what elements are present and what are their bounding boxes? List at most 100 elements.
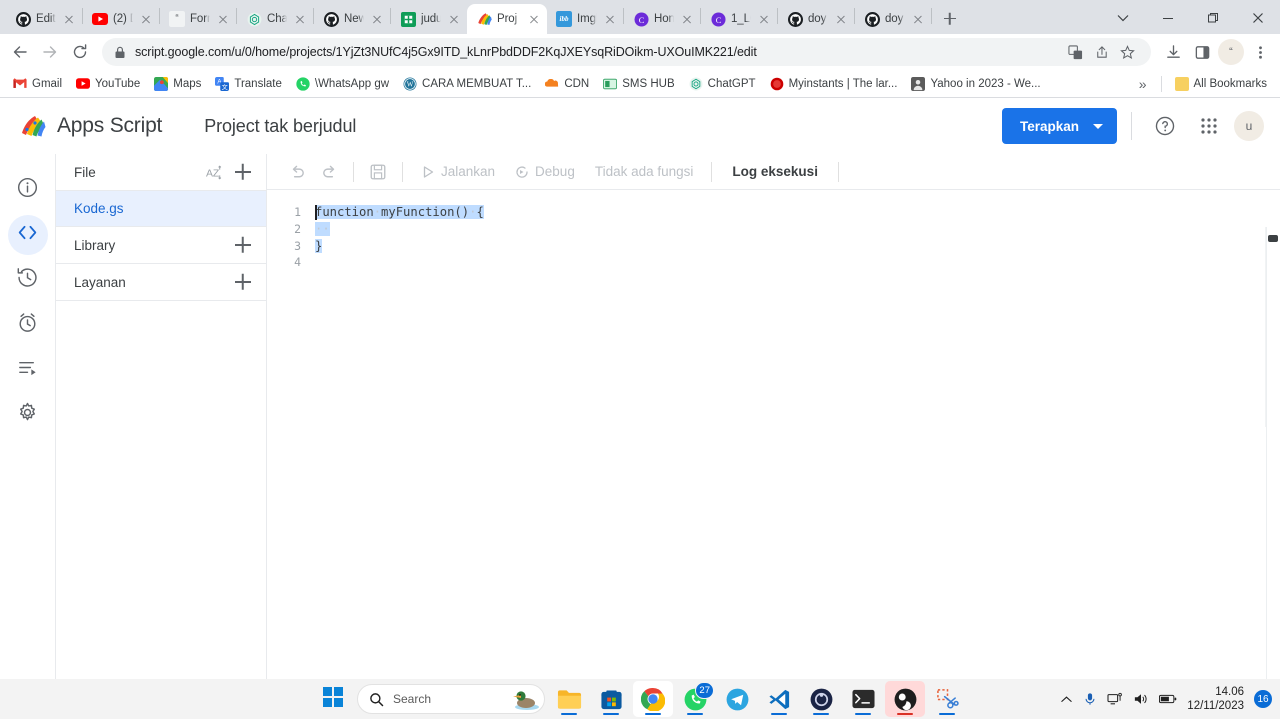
- volume-icon[interactable]: [1133, 692, 1149, 706]
- bookmark-item[interactable]: ChatGPT: [682, 74, 763, 94]
- tab-search-icon[interactable]: [1100, 2, 1145, 34]
- redo-icon[interactable]: [313, 156, 345, 188]
- bookmark-item[interactable]: Gmail: [6, 74, 69, 94]
- chevron-up-icon[interactable]: [1060, 693, 1073, 706]
- browser-tab[interactable]: Chat: [237, 4, 313, 34]
- close-icon[interactable]: [756, 12, 771, 27]
- close-icon[interactable]: [292, 12, 307, 27]
- brand[interactable]: Apps Script: [18, 112, 162, 140]
- taskbar-app-microsoft-store[interactable]: [591, 681, 631, 717]
- code-lines[interactable]: function·myFunction()·{··}: [311, 204, 484, 271]
- deploy-button[interactable]: Terapkan: [1001, 108, 1117, 144]
- download-icon[interactable]: [1159, 38, 1187, 66]
- taskbar-app-telegram[interactable]: [717, 681, 757, 717]
- microphone-icon[interactable]: [1083, 692, 1097, 706]
- share-icon[interactable]: [1089, 40, 1113, 64]
- sidebar-item-triggers[interactable]: [8, 305, 48, 345]
- search-input[interactable]: Search: [357, 684, 545, 714]
- avatar[interactable]: u: [1234, 111, 1264, 141]
- bookmark-item[interactable]: W CARA MEMBUAT T...: [396, 74, 538, 94]
- execution-log-button[interactable]: Log eksekusi: [720, 156, 830, 188]
- browser-tab[interactable]: New: [314, 4, 390, 34]
- notification-badge[interactable]: 16: [1254, 690, 1272, 708]
- close-icon[interactable]: [138, 12, 153, 27]
- close-icon[interactable]: [215, 12, 230, 27]
- browser-tab[interactable]: C 1_LO: [701, 4, 777, 34]
- close-icon[interactable]: [679, 12, 694, 27]
- network-icon[interactable]: [1107, 692, 1123, 706]
- close-icon[interactable]: [602, 12, 617, 27]
- browser-tab[interactable]: doy: [778, 4, 854, 34]
- bookmark-item[interactable]: CDN: [538, 74, 596, 94]
- save-icon[interactable]: [362, 156, 394, 188]
- taskbar-app-obs-alt[interactable]: [801, 681, 841, 717]
- file-list-item[interactable]: Kode.gs: [56, 191, 266, 227]
- browser-tab[interactable]: Proj: [467, 4, 547, 34]
- new-tab-button[interactable]: [936, 4, 964, 32]
- add-file-icon[interactable]: [234, 163, 252, 181]
- browser-tab[interactable]: doy: [855, 4, 931, 34]
- taskbar-app-snipping-tool[interactable]: [927, 681, 967, 717]
- code-line[interactable]: [315, 254, 484, 271]
- side-panel-icon[interactable]: [1188, 38, 1216, 66]
- browser-tab[interactable]: judu: [391, 4, 467, 34]
- close-icon[interactable]: [61, 12, 76, 27]
- editor-scrollbar-thumb[interactable]: [1268, 235, 1278, 242]
- bookmark-item[interactable]: SMS HUB: [596, 74, 681, 94]
- code-area[interactable]: 1 2 3 4 function·myFunction()·{··}: [267, 190, 1280, 679]
- taskbar-app-whatsapp[interactable]: 27: [675, 681, 715, 717]
- sidebar-item-settings[interactable]: [8, 395, 48, 435]
- close-icon[interactable]: [1235, 2, 1280, 34]
- kebab-menu-icon[interactable]: [1246, 38, 1274, 66]
- sidebar-item-editor[interactable]: [7, 215, 48, 255]
- reload-button[interactable]: [66, 38, 94, 66]
- bookmark-item[interactable]: \WhatsApp gw: [289, 74, 396, 94]
- run-button[interactable]: Jalankan: [411, 156, 505, 188]
- back-button[interactable]: [6, 38, 34, 66]
- minimize-icon[interactable]: [1145, 2, 1190, 34]
- extension-profile-icon[interactable]: “: [1217, 38, 1245, 66]
- browser-tab[interactable]: Editi: [6, 4, 82, 34]
- close-icon[interactable]: [369, 12, 384, 27]
- translate-icon[interactable]: [1063, 40, 1087, 64]
- browser-tab[interactable]: (2) D: [83, 4, 159, 34]
- taskbar-app-vs-code[interactable]: [759, 681, 799, 717]
- address-bar[interactable]: script.google.com/u/0/home/projects/1YjZ…: [102, 38, 1151, 66]
- add-library-icon[interactable]: [234, 236, 252, 254]
- bookmark-item[interactable]: A 文 Translate: [208, 74, 289, 94]
- function-select[interactable]: Tidak ada fungsi: [585, 156, 704, 188]
- sidebar-item-overview[interactable]: [8, 170, 48, 210]
- sort-az-icon[interactable]: AZ: [205, 163, 224, 182]
- close-icon[interactable]: [910, 12, 925, 27]
- restore-icon[interactable]: [1190, 2, 1235, 34]
- page-title[interactable]: Project tak berjudul: [204, 116, 356, 137]
- bookmark-star-icon[interactable]: [1115, 40, 1139, 64]
- debug-button[interactable]: Debug: [505, 156, 585, 188]
- taskbar-app-google-chrome[interactable]: [633, 681, 673, 717]
- browser-tab[interactable]: ibb Imgl: [547, 4, 623, 34]
- taskbar-app-terminal[interactable]: [843, 681, 883, 717]
- apps-grid-icon[interactable]: [1190, 107, 1228, 145]
- bookmark-item[interactable]: Myinstants | The lar...: [763, 74, 905, 94]
- forward-button[interactable]: [36, 38, 64, 66]
- code-line[interactable]: function·myFunction()·{: [315, 204, 484, 221]
- add-service-icon[interactable]: [234, 273, 252, 291]
- code-line[interactable]: }: [315, 238, 484, 255]
- browser-tab[interactable]: “ Form: [160, 4, 236, 34]
- help-icon[interactable]: [1146, 107, 1184, 145]
- taskbar-clock[interactable]: 14.06 12/11/2023: [1187, 685, 1244, 713]
- sidebar-item-execution-log[interactable]: [8, 350, 48, 390]
- editor-scrollbar[interactable]: [1266, 227, 1280, 679]
- sidebar-item-executions[interactable]: [8, 260, 48, 300]
- bookmarks-overflow-button[interactable]: »: [1131, 76, 1155, 92]
- close-icon[interactable]: [526, 12, 541, 27]
- close-icon[interactable]: [446, 12, 461, 27]
- undo-icon[interactable]: [281, 156, 313, 188]
- bookmark-item[interactable]: Yahoo in 2023 - We...: [904, 74, 1047, 94]
- taskbar-app-file-explorer[interactable]: [549, 681, 589, 717]
- code-line[interactable]: ··: [315, 221, 484, 238]
- bookmark-item[interactable]: YouTube: [69, 74, 147, 94]
- browser-tab[interactable]: C Hon: [624, 4, 700, 34]
- bookmark-item[interactable]: Maps: [147, 74, 208, 94]
- close-icon[interactable]: [833, 12, 848, 27]
